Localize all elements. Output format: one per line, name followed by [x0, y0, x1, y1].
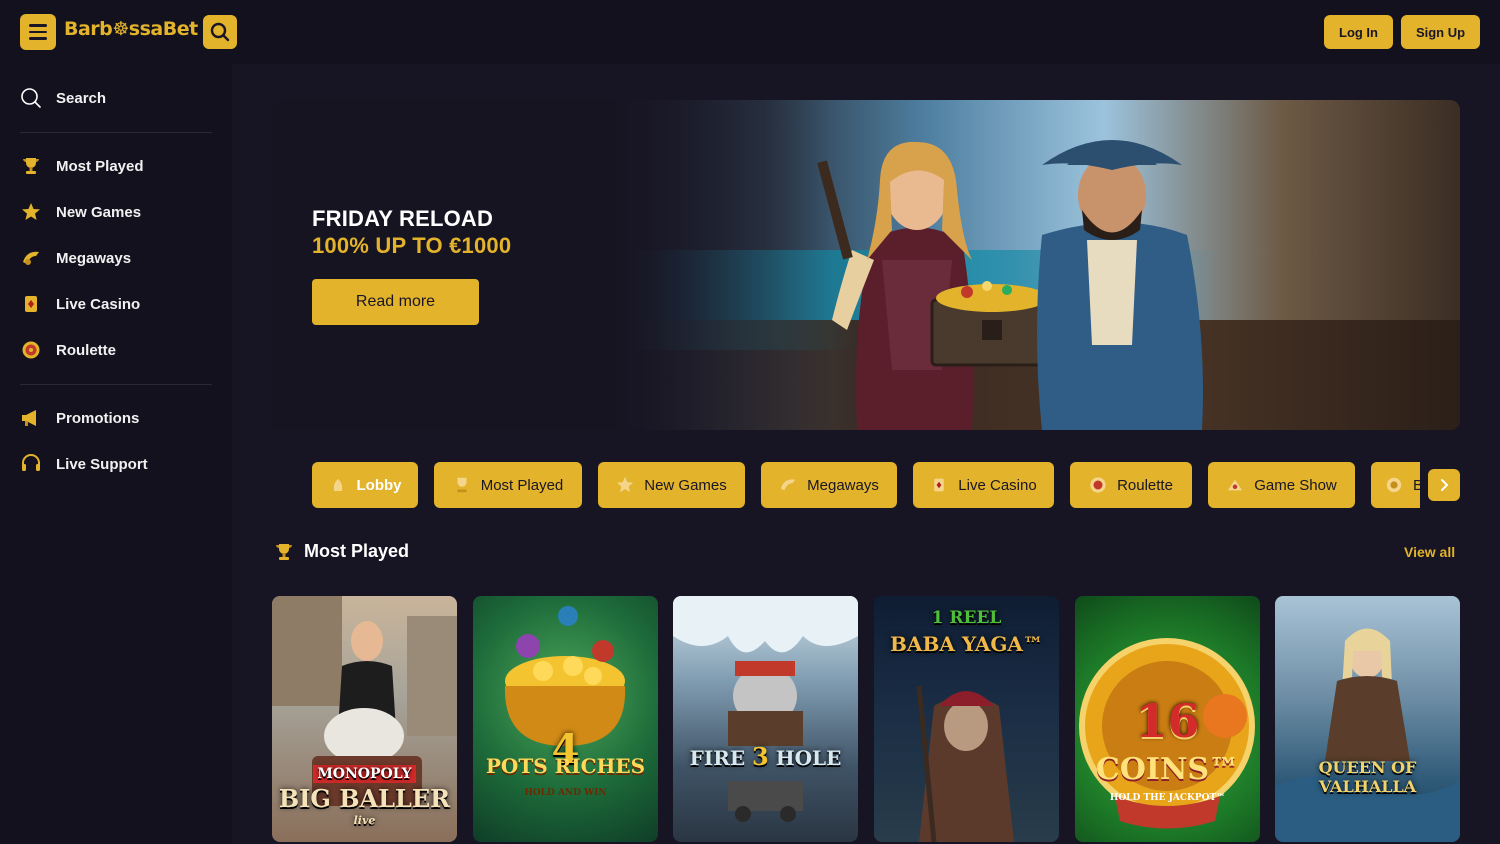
sidebar-item-label: Promotions	[56, 409, 140, 427]
divider	[20, 132, 212, 133]
sidebar-item-live-support[interactable]: Live Support	[20, 449, 148, 479]
tab-megaways[interactable]: Megaways	[761, 462, 897, 508]
sidebar-item-new-games[interactable]: New Games	[20, 197, 141, 227]
game-art	[504, 606, 626, 746]
sidebar-search-label: Search	[56, 89, 107, 107]
logo[interactable]: Barb☸ssaBet	[64, 18, 198, 40]
read-more-button[interactable]: Read more	[312, 279, 479, 325]
card-icon	[930, 476, 948, 494]
tab-label: Megaways	[807, 476, 879, 494]
banner-title: FRIDAY RELOAD	[312, 206, 494, 231]
login-button[interactable]: Log In	[1324, 15, 1393, 49]
game-tile-monopoly[interactable]: MONOPOLY BIG BALLER live	[272, 596, 457, 842]
tab-label: New Games	[644, 476, 727, 494]
game-subtitle: BIG BALLER	[278, 784, 451, 813]
sidebar-item-label: Live Support	[56, 455, 148, 473]
trophy-icon	[453, 476, 471, 494]
tab-lobby[interactable]: Lobby	[312, 462, 418, 508]
sidebar-item-label: Roulette	[56, 341, 116, 359]
trophy-icon	[276, 544, 292, 560]
game-title: 1 REEL	[931, 608, 1002, 628]
divider	[20, 384, 212, 385]
game-title: FIRE	[689, 746, 746, 770]
headset-icon	[20, 453, 42, 475]
game-title: 16	[1135, 694, 1200, 748]
game-art	[1275, 628, 1460, 842]
roulette-icon	[1089, 476, 1107, 494]
star-icon	[616, 476, 634, 494]
game-tile-baba-yaga[interactable]: 1 REEL BABA YAGA™	[874, 596, 1059, 842]
bonus-icon	[1385, 476, 1403, 494]
sidebar-item-label: New Games	[56, 203, 142, 221]
roulette-icon	[20, 339, 42, 361]
tab-label: Most Played	[480, 476, 564, 494]
sidebar-item-most-played[interactable]: Most Played	[20, 151, 144, 181]
tab-more[interactable]: B	[1371, 462, 1420, 508]
game-tag: HOLD AND WIN	[524, 788, 607, 798]
top-header: Barb☸ssaBet Log In Sign Up	[0, 0, 1500, 64]
game-subtitle: POTS RICHES	[485, 754, 646, 778]
trophy-icon	[20, 155, 42, 177]
tab-label: Lobby	[356, 476, 402, 494]
category-bar: Lobby Most Played New Games Megaways Liv…	[312, 462, 1420, 508]
view-all-link[interactable]: View all	[1404, 544, 1455, 560]
promo-banner[interactable]: FRIDAY RELOAD 100% UP TO €1000 Read more	[272, 100, 1460, 430]
sidebar-item-label: Live Casino	[56, 295, 141, 313]
game-tile-4-pots-riches[interactable]: 4 POTS RICHES HOLD AND WIN	[473, 596, 658, 842]
game-tile-queen-of-valhalla[interactable]: QUEEN OF VALHALLA	[1275, 596, 1460, 842]
tab-label: B	[1413, 476, 1420, 494]
game-subtitle: HOLE	[775, 746, 842, 770]
game-subtitle: COINS™	[1095, 752, 1240, 787]
banner-subtitle: 100% UP TO €1000	[312, 233, 512, 258]
game-tag: HOLD THE JACKPOT™	[1109, 793, 1226, 803]
megaphone-icon	[20, 407, 42, 429]
tab-live-casino[interactable]: Live Casino	[913, 462, 1054, 508]
star-icon	[20, 201, 42, 223]
game-subtitle: BABA YAGA™	[890, 632, 1043, 656]
game-number: 3	[752, 742, 769, 771]
search-icon	[20, 87, 42, 109]
tab-label: Live Casino	[958, 476, 1037, 494]
sidebar-item-megaways[interactable]: Megaways	[20, 243, 131, 273]
tab-label: Game Show	[1254, 476, 1337, 494]
sidebar-item-promotions[interactable]: Promotions	[20, 403, 139, 433]
sidebar-search[interactable]: Search	[20, 83, 106, 113]
game-tag: live	[353, 814, 376, 827]
tab-most-played[interactable]: Most Played	[434, 462, 582, 508]
pirate-man-illustration	[1037, 140, 1203, 430]
tab-new-games[interactable]: New Games	[598, 462, 745, 508]
megaways-icon	[20, 247, 42, 269]
sidebar-item-label: Most Played	[56, 157, 144, 175]
tab-game-show[interactable]: Game Show	[1208, 462, 1355, 508]
sidebar: Search Most Played New Games Megaways Li…	[0, 64, 232, 844]
search-icon[interactable]	[203, 15, 237, 49]
tab-roulette[interactable]: Roulette	[1070, 462, 1192, 508]
game-art	[673, 596, 858, 822]
chevron-right-icon[interactable]	[1428, 469, 1460, 501]
banner-fade	[272, 100, 832, 430]
signup-button[interactable]: Sign Up	[1401, 15, 1480, 49]
sidebar-item-live-casino[interactable]: Live Casino	[20, 289, 140, 319]
sidebar-item-roulette[interactable]: Roulette	[20, 335, 116, 365]
game-title: QUEEN OF VALHALLA	[1318, 758, 1417, 796]
game-tile-16-coins[interactable]: 16 COINS™ HOLD THE JACKPOT™	[1075, 596, 1260, 842]
game-tile-fire-in-the-hole[interactable]: FIRE 3 HOLE	[673, 596, 858, 842]
menu-icon[interactable]	[20, 14, 56, 50]
game-title: MONOPOLY	[313, 765, 416, 783]
sidebar-item-label: Megaways	[56, 249, 132, 267]
lobby-icon	[329, 476, 347, 494]
game-show-icon	[1226, 476, 1244, 494]
section-title: Most Played	[304, 541, 410, 561]
card-icon	[20, 293, 42, 315]
megaways-icon	[779, 476, 797, 494]
tab-label: Roulette	[1117, 476, 1173, 494]
